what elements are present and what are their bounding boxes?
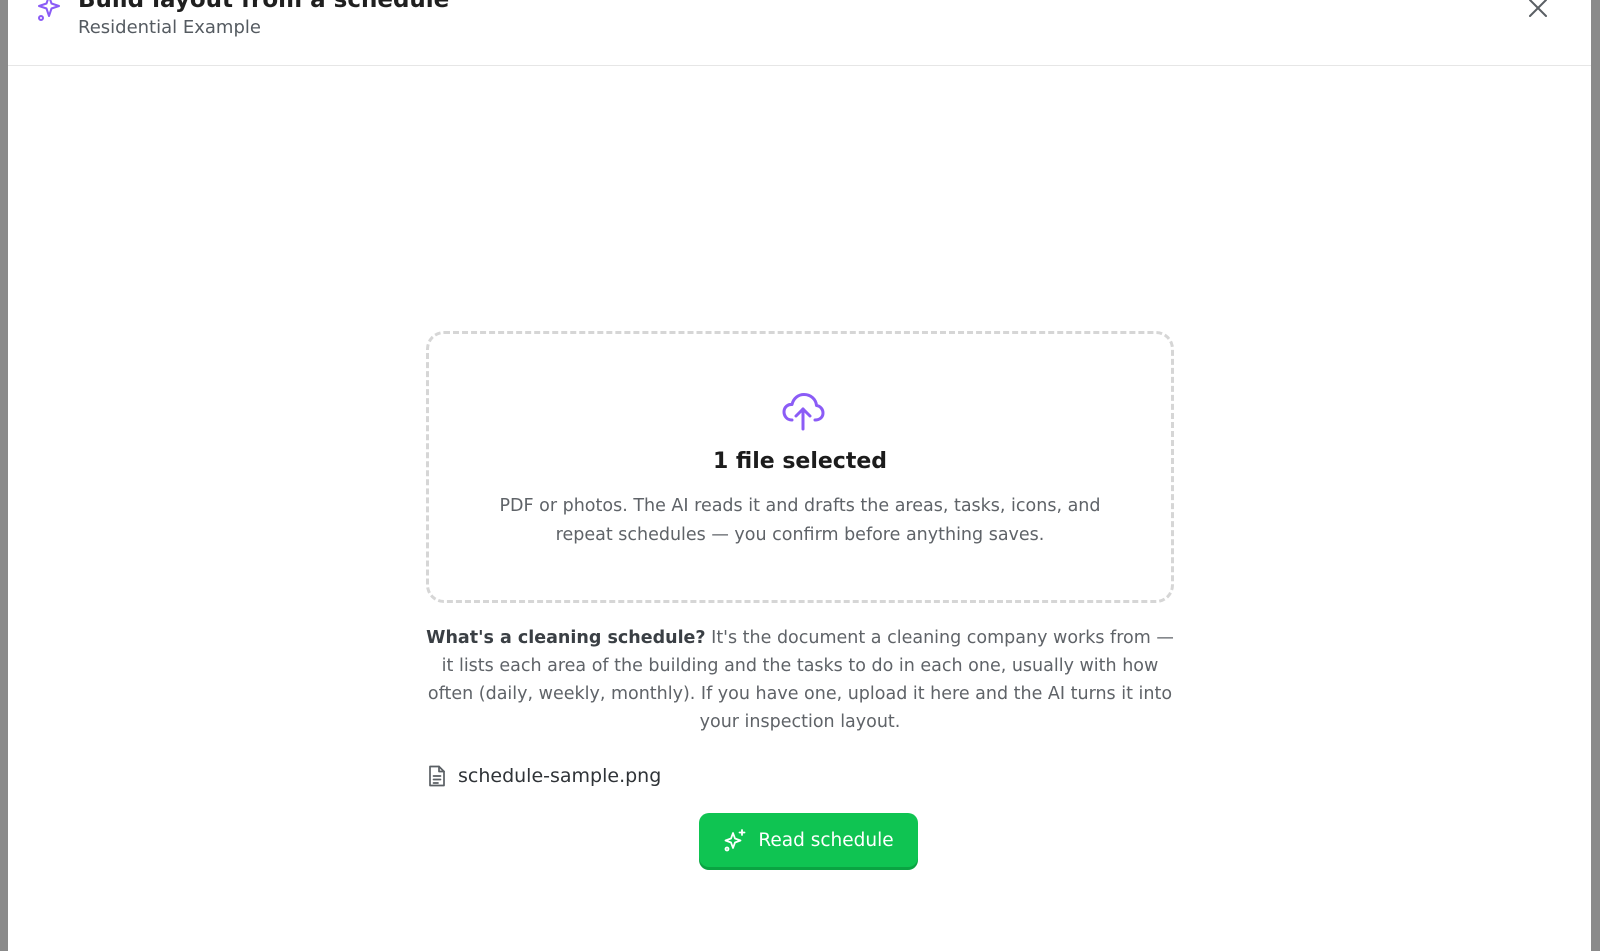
close-icon <box>1527 0 1549 23</box>
modal-header: Build layout from a schedule Residential… <box>8 0 1591 66</box>
close-button[interactable] <box>1524 0 1552 24</box>
selected-file: schedule-sample.png <box>426 762 661 790</box>
sparkles-icon <box>723 828 747 852</box>
modal-title: Build layout from a schedule <box>78 0 450 13</box>
modal-subtitle: Residential Example <box>78 17 261 38</box>
dropzone-title: 1 file selected <box>712 449 888 474</box>
read-schedule-button[interactable]: Read schedule <box>699 813 918 867</box>
file-dropzone[interactable]: 1 file selected PDF or photos. The AI re… <box>426 331 1174 603</box>
cleaning-schedule-explainer: What's a cleaning schedule? It's the doc… <box>426 624 1174 736</box>
file-icon <box>427 765 447 787</box>
sparkles-icon <box>35 0 67 24</box>
cloud-upload-icon <box>781 389 825 433</box>
explainer-heading: What's a cleaning schedule? <box>426 628 706 648</box>
dropzone-description: PDF or photos. The AI reads it and draft… <box>499 496 1101 545</box>
schedule-upload-modal: Build layout from a schedule Residential… <box>8 0 1591 951</box>
read-schedule-label: Read schedule <box>758 829 894 851</box>
file-name: schedule-sample.png <box>458 765 662 787</box>
